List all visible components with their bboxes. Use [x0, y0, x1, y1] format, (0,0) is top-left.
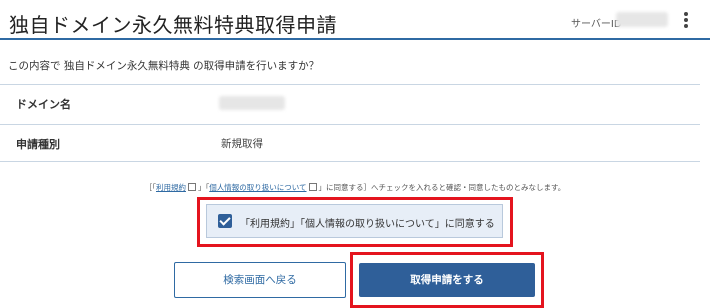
agree-checkbox-row[interactable]: 「利用規約」「個人情報の取り扱いについて」に同意する — [206, 204, 503, 238]
consent-notice: ［「利用規約 」「個人情報の取り扱いについて 」に同意する］へチェックを入れると確認… — [0, 182, 710, 193]
application-type-value: 新規取得 — [221, 138, 263, 150]
notice-text-prefix: ［「 — [144, 183, 156, 192]
external-link-icon — [308, 183, 317, 191]
notice-text-mid: 」「 — [197, 183, 210, 192]
header-bar: 独自ドメイン永久無料特典取得申請 サーバーID — [0, 0, 710, 40]
table-divider — [0, 161, 700, 162]
notice-text-suffix: 」に同意する］へチェックを入れると確認・同意したものとみなします。 — [318, 183, 566, 192]
terms-link[interactable]: 利用規約 — [156, 183, 186, 192]
back-to-search-button[interactable]: 検索画面へ戻る — [174, 262, 346, 298]
kebab-menu-icon[interactable] — [680, 11, 692, 29]
application-type-label: 申請種別 — [16, 138, 60, 151]
confirmation-question: この内容で 独自ドメイン永久無料特典 の取得申請を行いますか？ — [8, 60, 320, 72]
checkbox-checked-icon[interactable] — [218, 214, 232, 228]
submit-application-button[interactable]: 取得申請をする — [359, 263, 535, 297]
domain-name-label: ドメイン名 — [16, 98, 71, 111]
privacy-link[interactable]: 個人情報の取り扱いについて — [209, 183, 306, 192]
external-link-icon — [187, 183, 196, 191]
application-type-row: 申請種別 新規取得 — [0, 124, 700, 161]
page-title: 独自ドメイン永久無料特典取得申請 — [9, 13, 337, 37]
domain-name-row: ドメイン名 — [0, 84, 700, 121]
server-id-label: サーバーID — [571, 19, 622, 30]
agree-checkbox-label: 「利用規約」「個人情報の取り扱いについて」に同意する — [240, 219, 495, 230]
domain-name-value-redacted — [219, 96, 285, 110]
server-id-value-redacted — [616, 12, 668, 27]
